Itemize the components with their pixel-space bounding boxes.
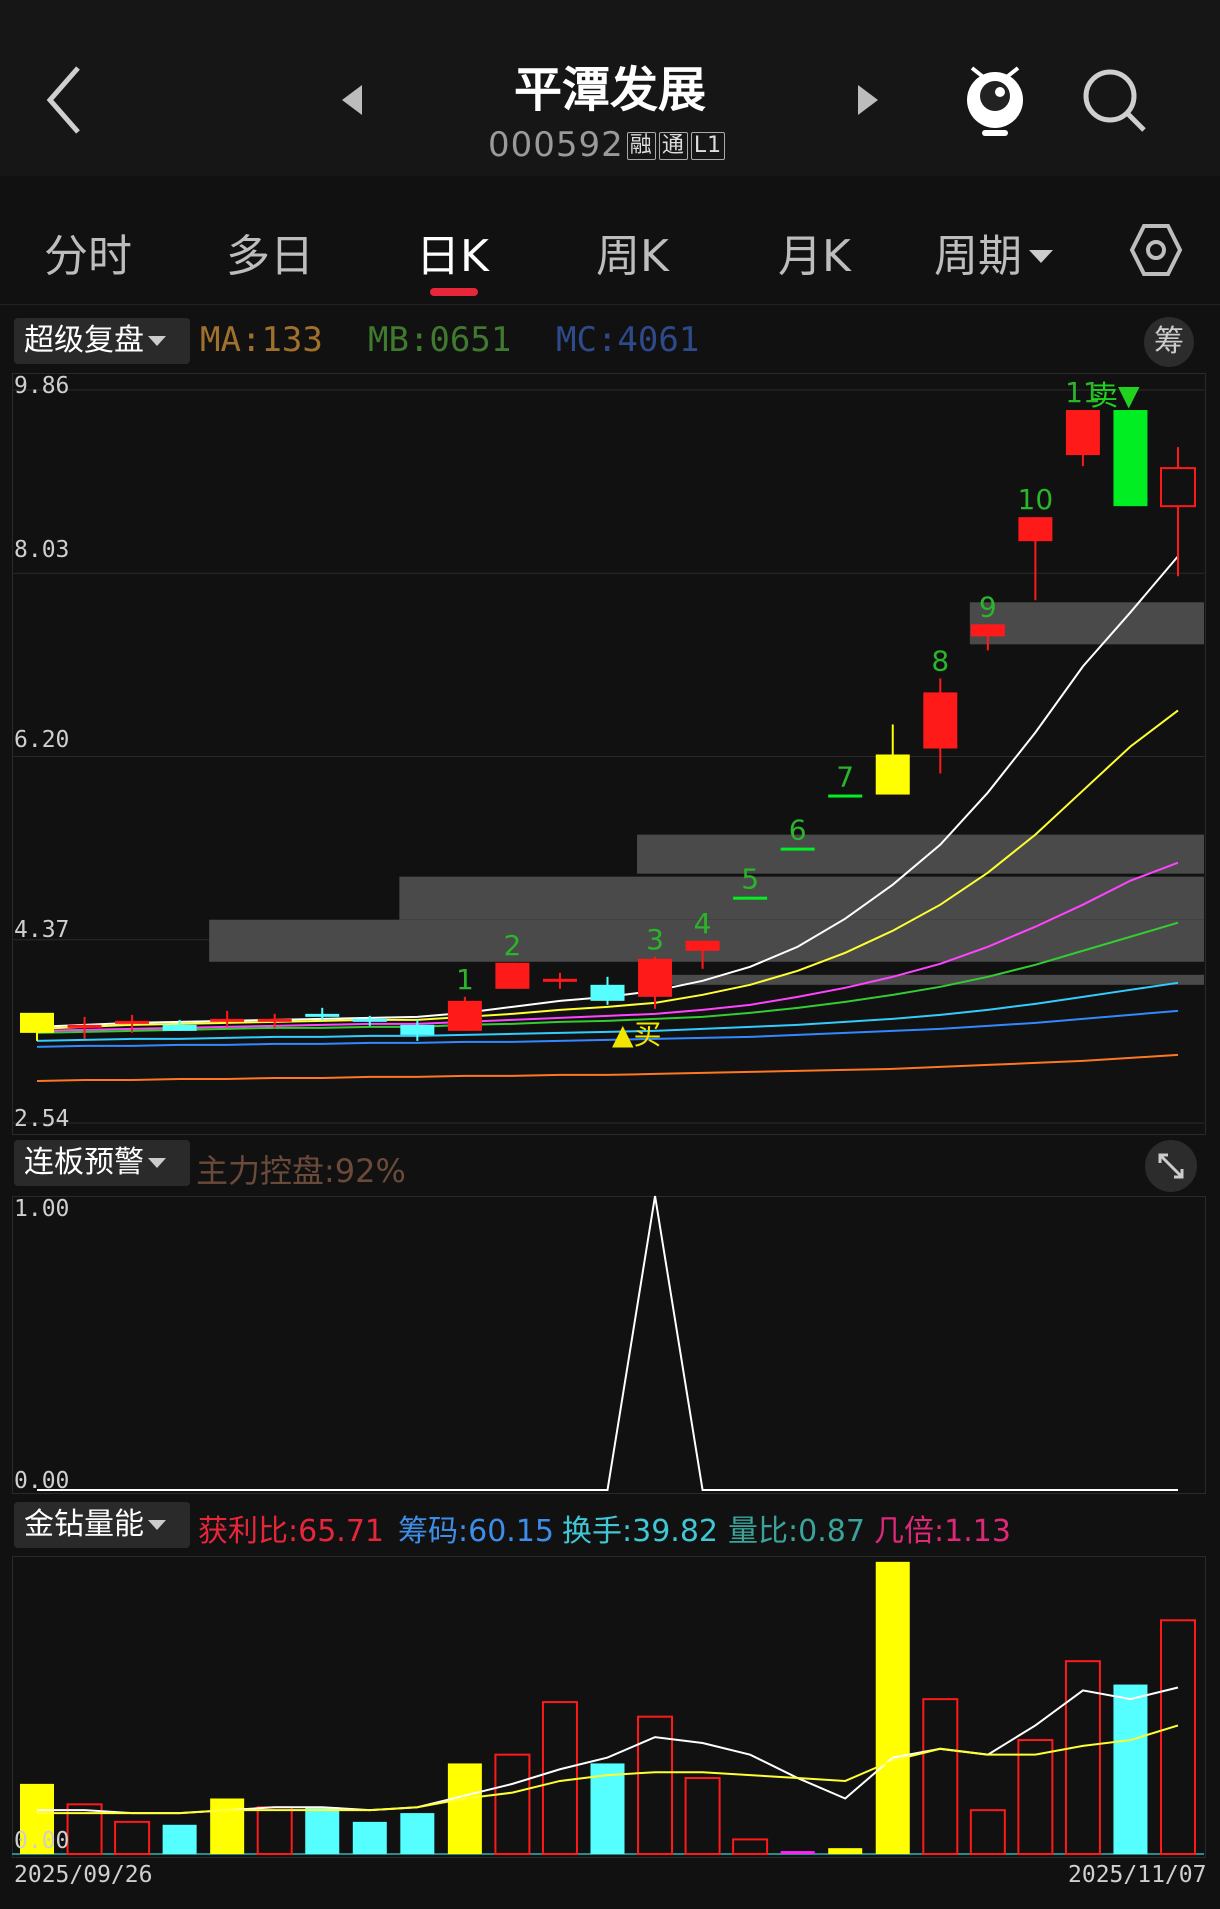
- volume-bar: [114, 1820, 151, 1856]
- volume-bar: [400, 1813, 435, 1854]
- volume-bar: [305, 1807, 340, 1854]
- volume-bar: [1017, 1739, 1054, 1856]
- volume-bar: [875, 1561, 910, 1854]
- volume-bar: [541, 1701, 578, 1856]
- volume-bar: [210, 1798, 245, 1854]
- volume-bar: [447, 1763, 482, 1854]
- volume-bar: [828, 1848, 863, 1854]
- volume-bar: [162, 1824, 197, 1854]
- volume-bar: [1160, 1619, 1196, 1856]
- volume-bar: [922, 1698, 959, 1855]
- volume-bar: [256, 1806, 293, 1855]
- volume-bar: [1113, 1684, 1148, 1854]
- volume-bar: [732, 1838, 769, 1856]
- vol-y-label: 0.00: [14, 1828, 70, 1854]
- volume-bar: [780, 1851, 815, 1854]
- volume-bar: [352, 1821, 387, 1854]
- volume-bar: [684, 1777, 721, 1855]
- volume-bar: [494, 1753, 531, 1855]
- volume-bar: [969, 1809, 1006, 1856]
- date-end: 2025/11/07: [1068, 1862, 1207, 1888]
- volume-chart: [12, 1561, 1204, 1856]
- date-start: 2025/09/26: [14, 1862, 153, 1888]
